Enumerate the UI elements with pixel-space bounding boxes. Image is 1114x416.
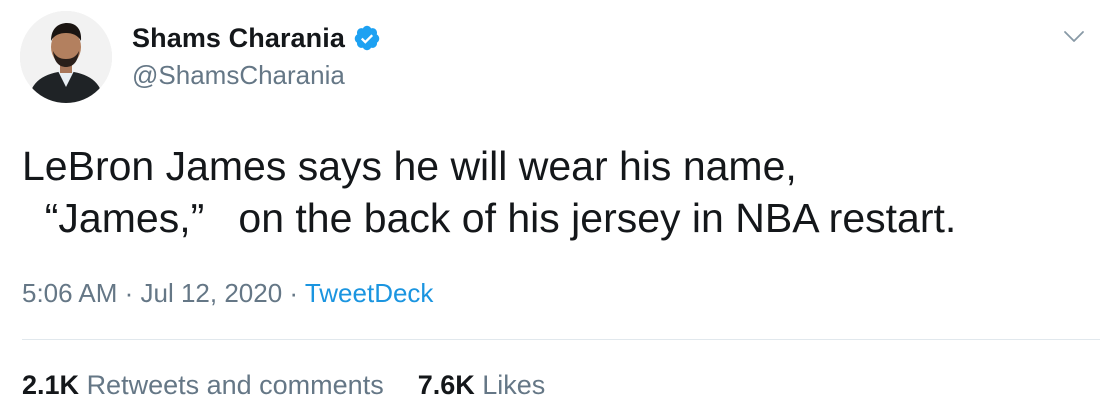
tweet-card: Shams Charania @ShamsCharania LeBron Jam…	[0, 0, 1114, 416]
likes-stat[interactable]: 7.6K Likes	[418, 370, 546, 400]
chevron-down-icon[interactable]	[1062, 24, 1086, 48]
tweet-source-link[interactable]: TweetDeck	[305, 278, 434, 308]
tweet-time[interactable]: 5:06 AM	[22, 278, 117, 308]
display-name[interactable]: Shams Charania	[132, 23, 345, 54]
likes-count: 7.6K	[417, 370, 475, 400]
retweets-count: 2.1K	[22, 370, 80, 400]
avatar[interactable]	[20, 11, 112, 103]
divider	[22, 339, 1100, 340]
retweets-stat[interactable]: 2.1K Retweets and comments	[22, 370, 384, 400]
meta-separator: ·	[117, 278, 141, 308]
likes-label: Likes	[482, 370, 546, 400]
tweet-date[interactable]: Jul 12, 2020	[141, 278, 283, 308]
meta-separator: ·	[282, 278, 305, 308]
retweets-label: Retweets and comments	[86, 370, 384, 400]
tweet-text-line: LeBron James says he will wear his name,	[22, 143, 797, 189]
tweet-text-line: “James,” on the back of his jersey in NB…	[22, 195, 957, 241]
avatar-image	[20, 11, 112, 103]
verified-badge-icon	[353, 24, 381, 52]
user-header: Shams Charania	[132, 20, 381, 56]
tweet-text: LeBron James says he will wear his name,…	[22, 140, 1102, 244]
tweet-stats: 2.1K Retweets and comments 7.6K Likes	[22, 370, 579, 401]
tweet-meta: 5:06 AM · Jul 12, 2020 · TweetDeck	[22, 278, 433, 309]
user-handle[interactable]: @ShamsCharania	[132, 60, 345, 91]
